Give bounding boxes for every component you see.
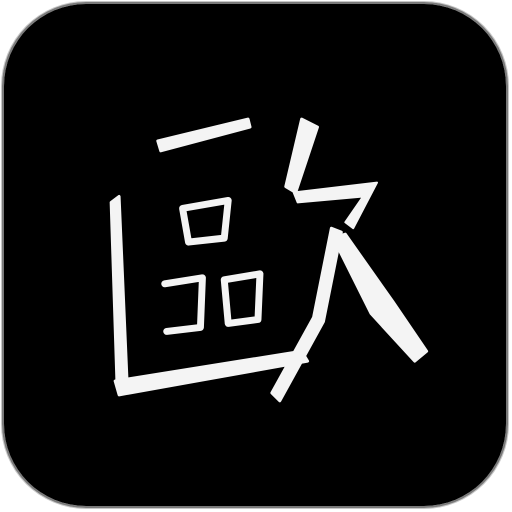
icon-stage: 歐 — [0, 0, 512, 512]
calligraphy-character-icon — [4, 4, 506, 506]
app-icon[interactable]: 歐 — [2, 2, 508, 508]
app-icon-glyph: 歐 — [4, 506, 5, 507]
